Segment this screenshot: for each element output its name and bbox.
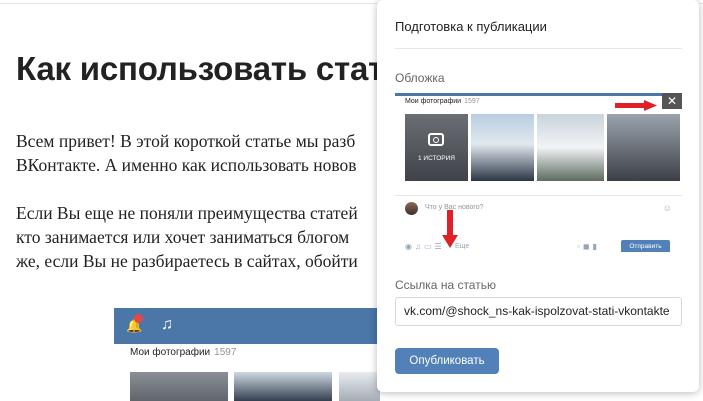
notification-badge: [134, 314, 143, 323]
photos-label: Мои фотографии: [405, 98, 462, 105]
divider: [395, 48, 682, 49]
article-link-field[interactable]: vk.com/@shock_ns-kak-ispolzovat-stati-vk…: [395, 297, 682, 326]
annotation-arrow-right-icon: [615, 100, 657, 111]
photos-heading: Мои фотографии 1597: [130, 347, 236, 358]
send-button: Отправить: [621, 240, 670, 252]
photo-thumbnail: [607, 114, 680, 181]
paragraph-line: Если Вы еще не поняли преимущества стате…: [16, 203, 358, 223]
story-thumbnail: [405, 114, 468, 181]
cover-label: Обложка: [395, 71, 445, 85]
vk-header-bar: [114, 308, 380, 344]
cover-photos-heading: Мои фотографии 1597: [405, 98, 480, 105]
divider: [395, 195, 682, 196]
story-label: 1 ИСТОРИЯ: [417, 155, 455, 162]
photos-label: Мои фотографии: [130, 347, 211, 358]
avatar: [405, 202, 418, 215]
privacy-icons: ▫◼▮: [577, 242, 600, 251]
smile-icon: ☺: [662, 203, 672, 213]
article-screenshot-image: 🔔 ♫ Мои фотографии 1597: [114, 308, 380, 401]
dialog-title: Подготовка к публикации: [395, 19, 547, 34]
article-title: Как использовать стат: [16, 50, 385, 87]
camera-icon: [428, 133, 444, 146]
photos-count: 1597: [214, 347, 237, 358]
publish-button[interactable]: Опубликовать: [395, 348, 499, 374]
photo-thumbnail: [130, 372, 228, 401]
publish-dialog: Подготовка к публикации Обложка Мои фото…: [377, 0, 699, 392]
paragraph-line: ВКонтакте. А именно как использовать нов…: [16, 155, 357, 175]
photo-thumbnail: [339, 372, 380, 401]
annotation-arrow-down-icon: [442, 210, 458, 248]
cover-image[interactable]: Мои фотографии 1597 1 ИСТОРИЯ Что у Вас н…: [395, 93, 682, 252]
close-icon[interactable]: ✕: [662, 93, 682, 109]
link-label: Ссылка на статью: [395, 278, 496, 292]
photo-thumbnail: [234, 372, 332, 401]
paragraph-line: же, если Вы не разбираетесь в сайтах, об…: [16, 251, 358, 271]
photo-thumbnail: [537, 114, 604, 181]
photos-count: 1597: [464, 98, 480, 105]
paragraph-line: кто занимается или хочет заниматься блог…: [16, 227, 350, 247]
cover-top-strip: [395, 93, 682, 96]
music-note-icon: ♫: [161, 316, 173, 333]
article-paragraph-1: Всем привет! В этой короткой статье мы р…: [16, 129, 357, 177]
paragraph-line: Всем привет! В этой короткой статье мы р…: [16, 131, 356, 151]
article-paragraph-2: Если Вы еще не поняли преимущества стате…: [16, 201, 358, 273]
attachment-icons: ◉♫▭☰: [405, 242, 445, 251]
photo-thumbnail: [471, 114, 534, 181]
